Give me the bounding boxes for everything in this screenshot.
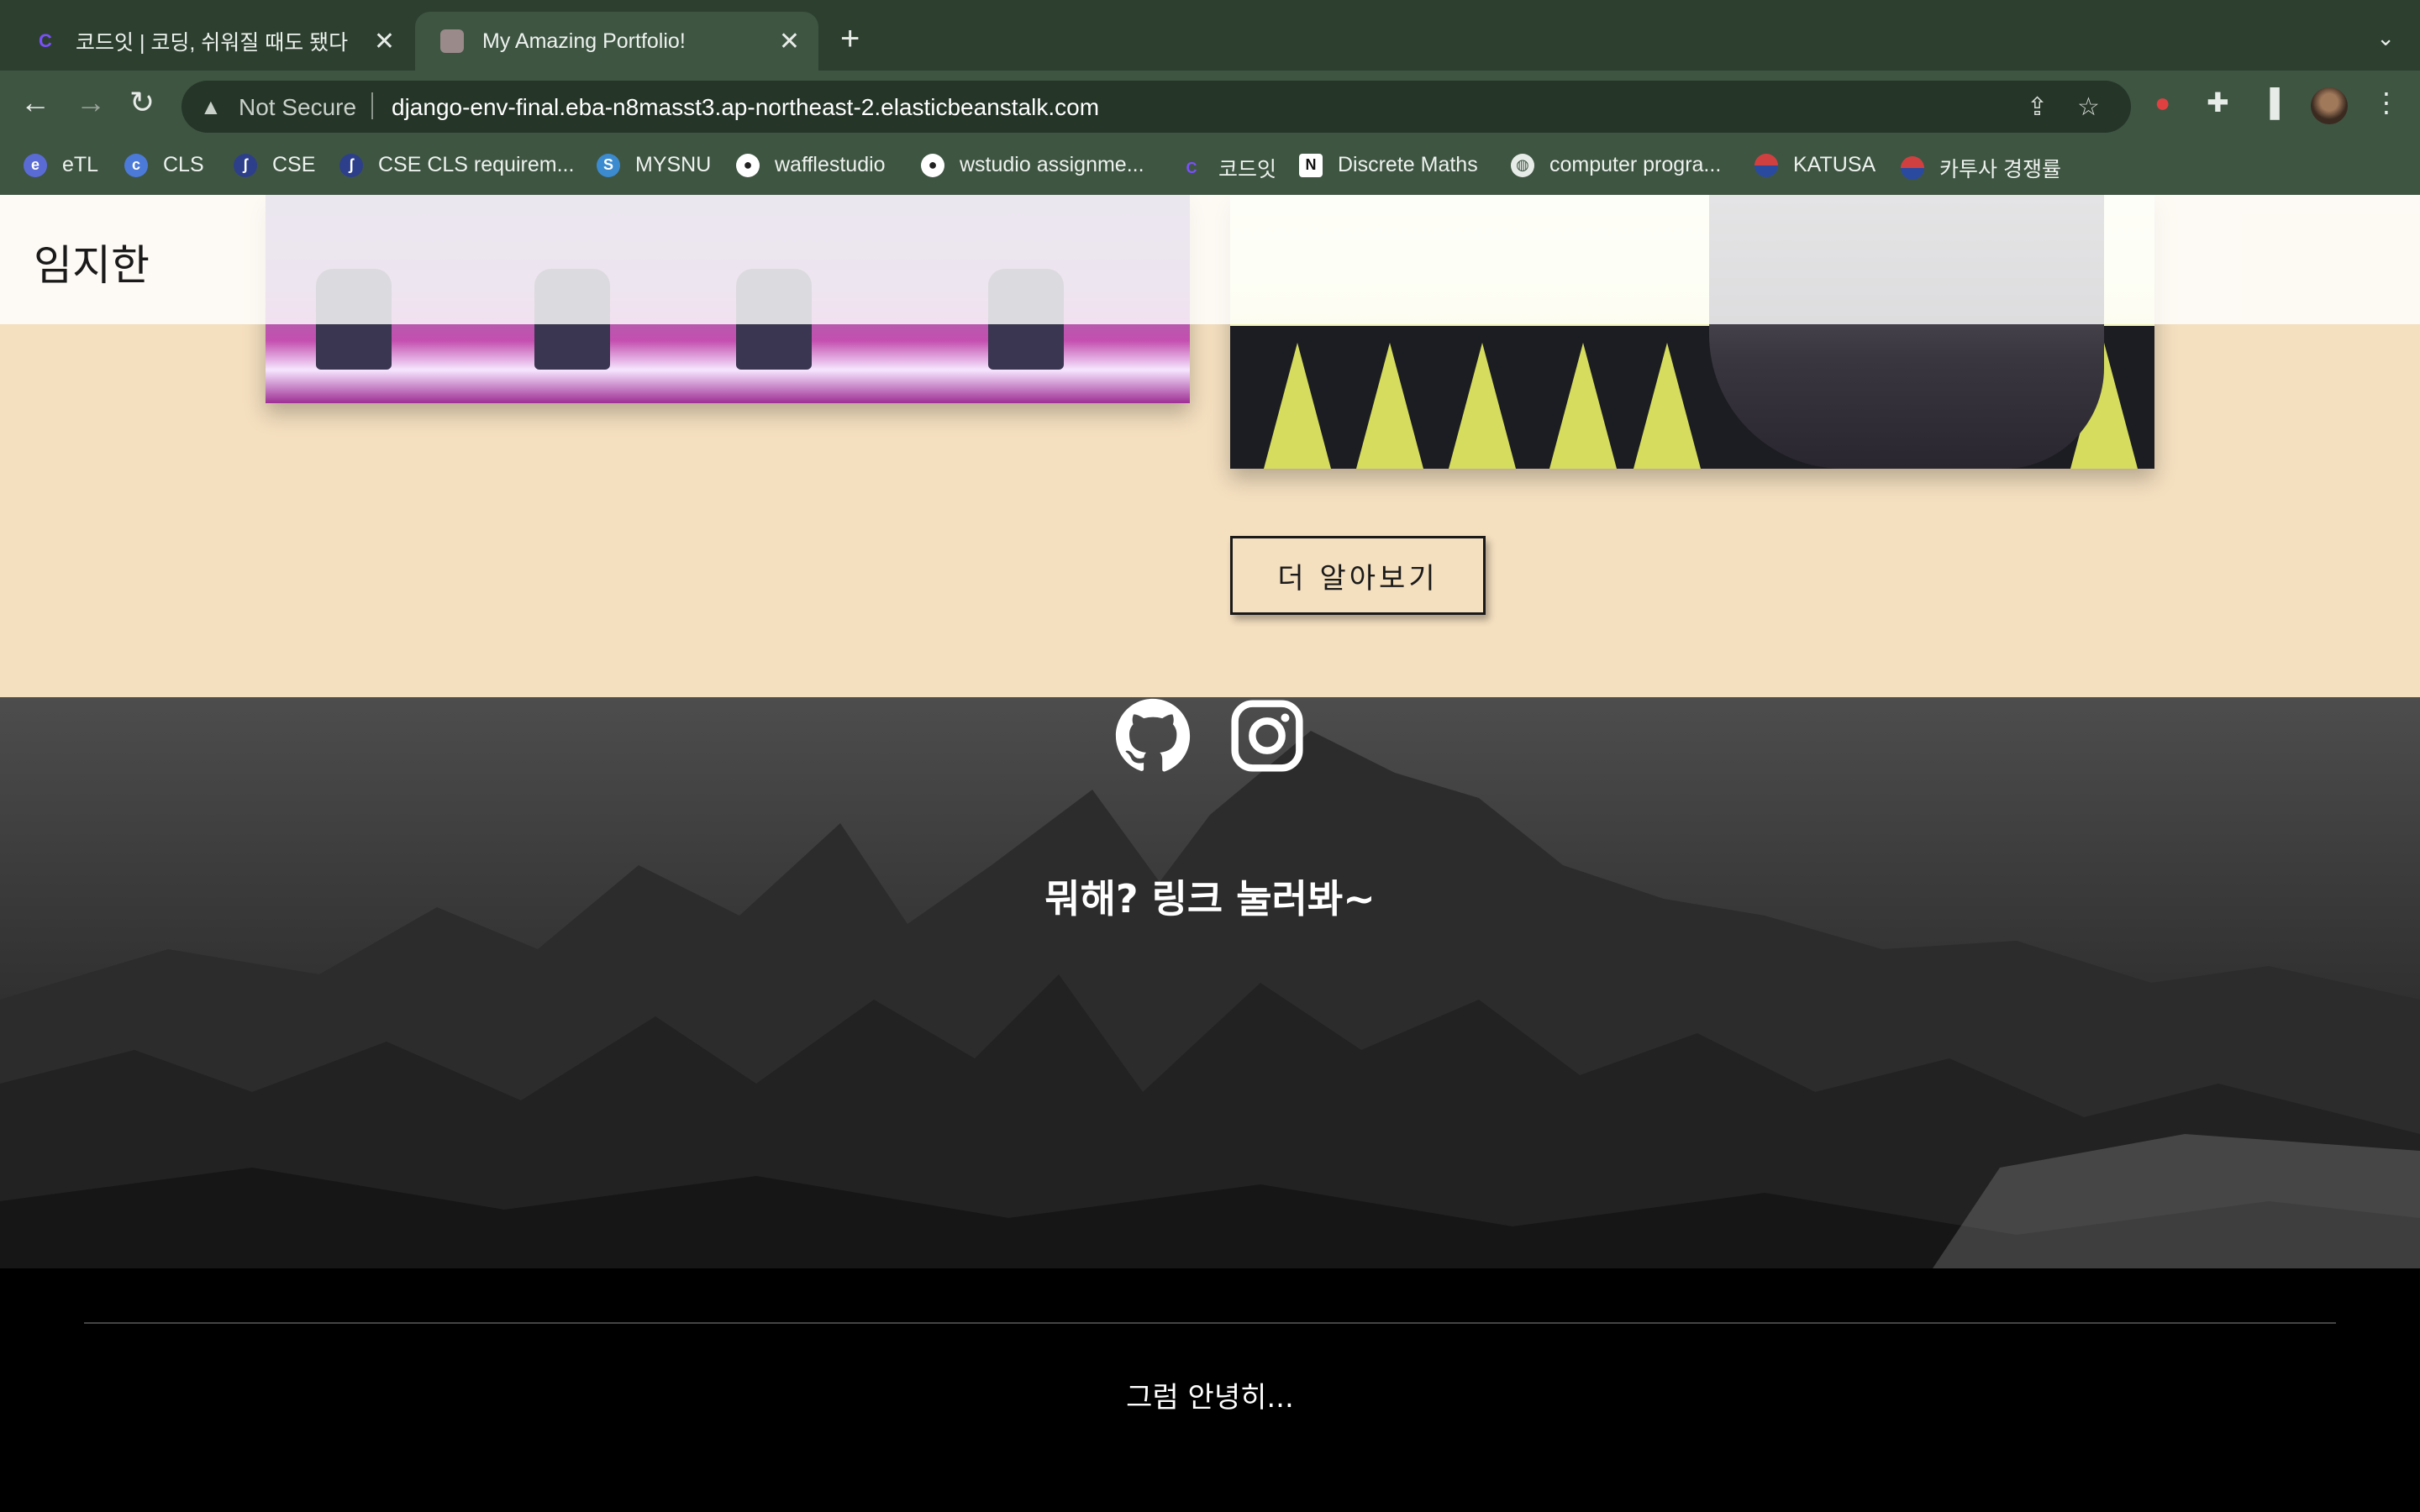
bookmark-wafflestudio[interactable]: ● wafflestudio bbox=[736, 153, 886, 177]
extensions-puzzle-icon[interactable]: ✚ bbox=[2207, 89, 2229, 116]
mountain-silhouette bbox=[0, 731, 2420, 1268]
tab-codeit[interactable]: C 코드잇 | 코딩, 쉬워질 때도 됐다 ✕ bbox=[34, 12, 413, 71]
bookmark-label: eTL bbox=[62, 153, 99, 176]
adblock-icon[interactable]: ● bbox=[2154, 89, 2170, 116]
codeit-icon: C bbox=[1186, 159, 1197, 176]
portfolio-icon bbox=[440, 29, 464, 53]
bookmark-label: CLS bbox=[163, 153, 204, 176]
divider bbox=[371, 92, 373, 119]
footer-text: 그럼 안녕히... bbox=[1126, 1381, 1294, 1415]
tab-strip: C 코드잇 | 코딩, 쉬워질 때도 됐다 ✕ My Amazing Portf… bbox=[0, 0, 2420, 71]
warning-icon: ▲ bbox=[200, 94, 222, 119]
close-tab-icon[interactable]: ✕ bbox=[779, 27, 800, 56]
github-icon[interactable] bbox=[1114, 697, 1192, 774]
katusa-icon bbox=[1901, 156, 1924, 180]
github-icon: ● bbox=[736, 153, 760, 177]
bookmark-discrete-maths[interactable]: N Discrete Maths bbox=[1299, 153, 1478, 177]
mysnu-icon: S bbox=[597, 153, 620, 177]
katusa-icon bbox=[1754, 153, 1778, 177]
site-header: 임지한 bbox=[0, 195, 2420, 324]
bookmark-katusa-rate[interactable]: 카투사 경쟁률 bbox=[1901, 153, 2061, 183]
bookmark-cls[interactable]: c CLS bbox=[124, 153, 204, 177]
bookmark-label: KATUSA bbox=[1793, 153, 1876, 176]
tab-title: My Amazing Portfolio! bbox=[482, 29, 686, 53]
bookmark-katusa[interactable]: KATUSA bbox=[1754, 153, 1876, 177]
cse-icon: ʃ bbox=[234, 153, 257, 177]
bookmarks-bar: e eTL c CLS ʃ CSE ʃ CSE CLS requirem... … bbox=[0, 141, 2420, 195]
tab-search-chevron-icon[interactable]: ⌄ bbox=[2376, 25, 2395, 51]
reload-icon[interactable]: ↻ bbox=[129, 87, 155, 118]
bookmark-cse-cls[interactable]: ʃ CSE CLS requirem... bbox=[339, 153, 574, 177]
forward-arrow-icon[interactable]: → bbox=[76, 87, 106, 118]
bookmark-computer-programming[interactable]: ◍ computer progra... bbox=[1511, 153, 1721, 177]
bookmark-label: wstudio assignme... bbox=[960, 153, 1144, 176]
bookmark-label: computer progra... bbox=[1549, 153, 1722, 176]
cls-icon: c bbox=[124, 153, 148, 177]
bookmark-label: 코드잇 bbox=[1218, 158, 1277, 181]
browser-toolbar: ← → ↻ ▲ Not Secure django-env-final.eba-… bbox=[0, 71, 2420, 141]
links-section: 뭐해? 링크 눌러봐~ bbox=[0, 697, 2420, 1268]
notion-icon: N bbox=[1299, 153, 1323, 177]
bookmark-etl[interactable]: e eTL bbox=[24, 153, 98, 177]
site-owner-name[interactable]: 임지한 bbox=[34, 232, 150, 292]
etl-icon: e bbox=[24, 153, 47, 177]
url-text[interactable]: django-env-final.eba-n8masst3.ap-northea… bbox=[392, 94, 1099, 121]
bookmark-label: Discrete Maths bbox=[1338, 153, 1478, 176]
bookmark-label: CSE bbox=[272, 153, 316, 176]
bookmark-label: MYSNU bbox=[635, 153, 712, 176]
globe-icon: ◍ bbox=[1511, 153, 1534, 177]
bookmark-codeit[interactable]: C 코드잇 bbox=[1180, 153, 1277, 183]
bookmark-label: CSE CLS requirem... bbox=[378, 153, 575, 176]
back-arrow-icon[interactable]: ← bbox=[20, 87, 50, 118]
bookmark-label: wafflestudio bbox=[775, 153, 886, 176]
learn-more-button[interactable]: 더 알아보기 bbox=[1230, 536, 1486, 615]
links-tagline: 뭐해? 링크 눌러봐~ bbox=[1044, 876, 1376, 921]
profile-avatar[interactable] bbox=[2311, 87, 2348, 124]
share-icon[interactable]: ⇪ bbox=[2027, 92, 2048, 122]
menu-kebab-icon[interactable]: ⋮ bbox=[2373, 89, 2400, 116]
cse-icon: ʃ bbox=[339, 153, 363, 177]
bookmark-mysnu[interactable]: S MYSNU bbox=[597, 153, 711, 177]
bookmark-wstudio[interactable]: ● wstudio assignme... bbox=[921, 153, 1144, 177]
tab-portfolio[interactable]: My Amazing Portfolio! ✕ bbox=[415, 12, 818, 71]
instagram-icon[interactable] bbox=[1228, 697, 1306, 774]
footer-divider bbox=[84, 1322, 2336, 1324]
security-label[interactable]: Not Secure bbox=[239, 94, 356, 121]
close-tab-icon[interactable]: ✕ bbox=[374, 27, 395, 56]
page-viewport: 더 알아보기 임지한 뭐해? 링크 눌러봐~ 그럼 안녕히... bbox=[0, 195, 2420, 1512]
site-footer: 그럼 안녕히... bbox=[0, 1268, 2420, 1512]
side-panel-icon[interactable]: ▐ bbox=[2260, 89, 2280, 116]
codeit-icon: C bbox=[39, 30, 52, 51]
bookmark-label: 카투사 경쟁률 bbox=[1939, 158, 2061, 181]
bookmark-cse[interactable]: ʃ CSE bbox=[234, 153, 315, 177]
github-icon: ● bbox=[921, 153, 944, 177]
new-tab-button[interactable]: + bbox=[840, 22, 860, 55]
address-bar[interactable]: ▲ Not Secure django-env-final.eba-n8mass… bbox=[182, 81, 2131, 133]
tab-title: 코드잇 | 코딩, 쉬워질 때도 됐다 bbox=[76, 31, 349, 55]
bookmark-star-icon[interactable]: ☆ bbox=[2077, 92, 2100, 122]
